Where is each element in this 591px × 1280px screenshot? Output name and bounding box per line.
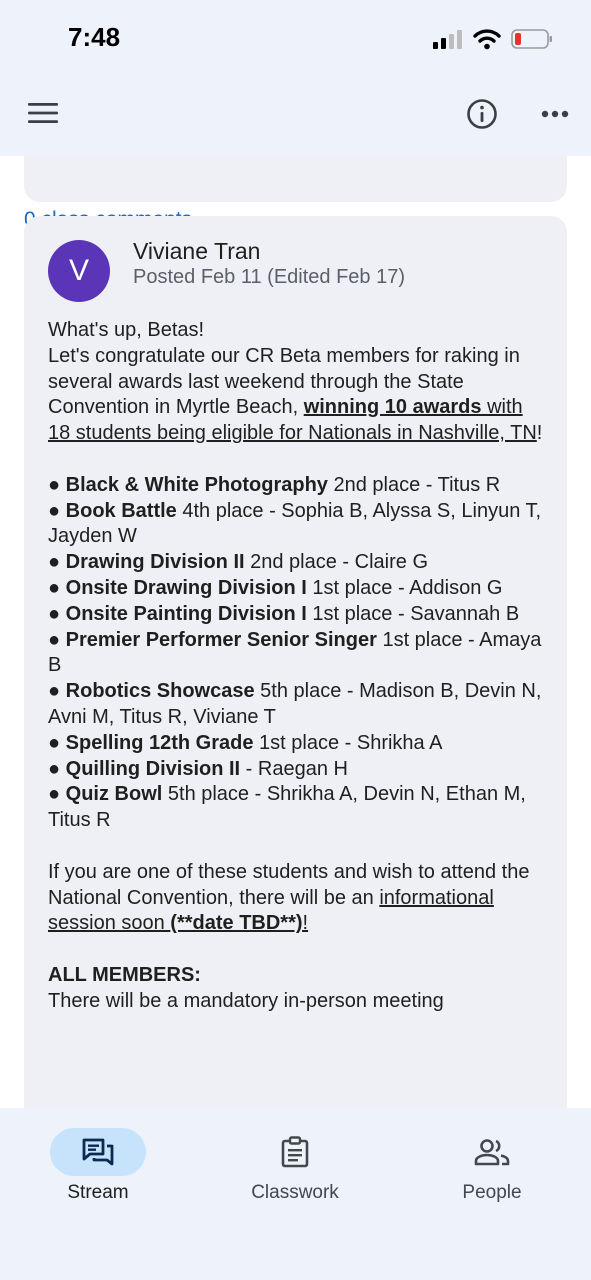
award-category: Premier Performer Senior Singer: [65, 628, 377, 651]
nav-classwork-label: Classwork: [251, 1182, 339, 1203]
bullet-icon: ●: [48, 783, 61, 806]
nav-classwork[interactable]: Classwork: [220, 1128, 370, 1204]
previous-post-card: [24, 156, 567, 202]
post-author: Viviane Tran: [133, 238, 261, 264]
award-category: Drawing Division II: [65, 551, 245, 574]
award-item: ● Spelling 12th Grade 1st place - Shrikh…: [48, 731, 548, 757]
nav-people-label: People: [462, 1182, 522, 1203]
award-item: ● Book Battle 4th place - Sophia B, Alys…: [48, 499, 548, 551]
award-item: ● Quilling Division II - Raegan H: [48, 757, 548, 783]
classwork-icon: [281, 1136, 309, 1168]
award-category: Quilling Division II: [65, 757, 241, 780]
award-category: Spelling 12th Grade: [65, 731, 254, 754]
bullet-icon: ●: [48, 757, 61, 780]
national-end: !: [302, 912, 309, 935]
info-icon: [467, 99, 497, 129]
post-greeting: What's up, Betas!: [48, 319, 205, 341]
bullet-icon: ●: [48, 576, 61, 599]
top-app-bar: 7:48: [0, 0, 591, 156]
award-result: 1st place - Savannah B: [306, 602, 520, 625]
bullet-icon: ●: [48, 680, 61, 703]
bullet-icon: ●: [48, 551, 61, 574]
award-category: Quiz Bowl: [65, 783, 163, 806]
post-date: Posted Feb 11 (Edited Feb 17): [133, 266, 406, 288]
nav-people[interactable]: People: [417, 1128, 567, 1204]
avatar: V: [48, 240, 110, 302]
nav-stream-pill[interactable]: [50, 1128, 146, 1176]
award-result: 1st place - Addison G: [306, 576, 503, 599]
post-body: What's up, Betas! Let's congratulate our…: [48, 318, 548, 1015]
status-icons: [433, 26, 553, 52]
bullet-icon: ●: [48, 602, 61, 625]
menu-button[interactable]: [26, 96, 60, 130]
award-item: ● Premier Performer Senior Singer 1st pl…: [48, 628, 548, 680]
bottom-navigation: Stream Classwork People: [0, 1108, 591, 1280]
nav-classwork-pill[interactable]: [247, 1128, 343, 1176]
post-card[interactable]: V Viviane Tran Posted Feb 11 (Edited Feb…: [24, 216, 567, 1108]
nav-stream[interactable]: Stream: [23, 1128, 173, 1204]
cellular-signal-icon: [433, 30, 462, 49]
hamburger-menu-icon: [28, 103, 58, 123]
more-options-button[interactable]: [538, 100, 572, 128]
more-horizontal-icon: [541, 110, 569, 118]
nav-people-pill[interactable]: [444, 1128, 540, 1176]
bullet-icon: ●: [48, 473, 61, 496]
award-item: ● Onsite Drawing Division I 1st place - …: [48, 576, 548, 602]
award-item: ● Robotics Showcase 5th place - Madison …: [48, 679, 548, 731]
battery-low-icon: [511, 29, 552, 49]
award-category: Book Battle: [65, 499, 177, 522]
national-date: (**date TBD**): [170, 912, 303, 935]
award-result: - Raegan H: [240, 757, 348, 780]
wifi-icon: [473, 29, 501, 50]
award-item: ● Drawing Division II 2nd place - Claire…: [48, 550, 548, 576]
post-intro: Let's congratulate our CR Beta members f…: [48, 344, 548, 447]
award-item: ● Black & White Photography 2nd place - …: [48, 473, 548, 499]
bullet-icon: ●: [48, 499, 61, 522]
class-details-button[interactable]: [464, 96, 500, 132]
nav-stream-label: Stream: [67, 1182, 129, 1203]
award-item: ● Quiz Bowl 5th place - Shrikha A, Devin…: [48, 782, 548, 834]
award-category: Black & White Photography: [65, 473, 328, 496]
award-category: Onsite Painting Division I: [65, 602, 307, 625]
intro-end: !: [536, 422, 543, 445]
all-members-heading: ALL MEMBERS:: [48, 963, 201, 986]
intro-highlight: winning 10 awards: [303, 396, 482, 419]
bullet-icon: ●: [48, 731, 61, 754]
all-members-text: There will be a mandatory in-person meet…: [48, 989, 444, 1012]
award-result: 2nd place - Claire G: [244, 551, 428, 574]
award-category: Robotics Showcase: [65, 680, 255, 703]
stream-icon: [82, 1138, 114, 1166]
people-icon: [474, 1139, 510, 1166]
award-category: Onsite Drawing Division I: [65, 576, 307, 599]
national-session-text: If you are one of these students and wis…: [48, 860, 548, 937]
award-item: ● Onsite Painting Division I 1st place -…: [48, 602, 548, 628]
status-time: 7:48: [68, 22, 121, 52]
bullet-icon: ●: [48, 628, 61, 651]
stream-feed[interactable]: 0 class comments V Viviane Tran Posted F…: [0, 156, 591, 1108]
award-result: 2nd place - Titus R: [327, 473, 501, 496]
award-result: 1st place - Shrikha A: [253, 731, 443, 754]
